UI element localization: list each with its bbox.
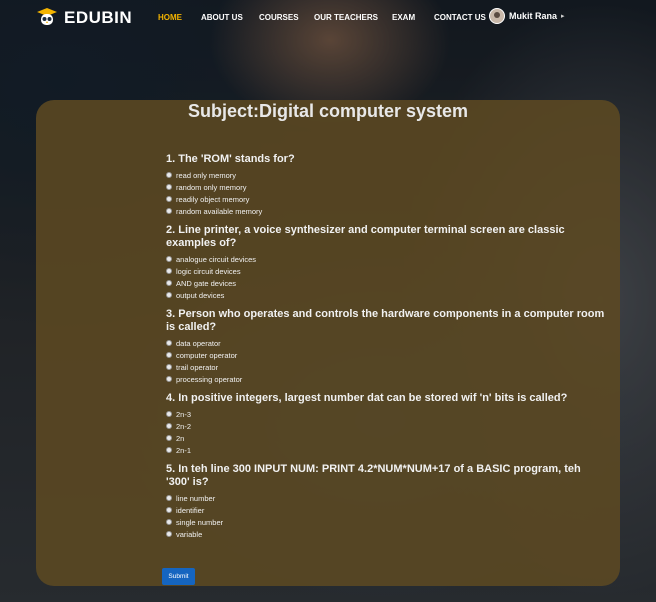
radio-button[interactable] xyxy=(166,435,172,441)
radio-button[interactable] xyxy=(166,256,172,262)
option[interactable]: 2n-1 xyxy=(166,444,606,456)
option-label: processing operator xyxy=(176,374,243,384)
option[interactable]: 2n xyxy=(166,432,606,444)
radio-button[interactable] xyxy=(166,208,172,214)
radio-button[interactable] xyxy=(166,519,172,525)
radio-button[interactable] xyxy=(166,280,172,286)
nav-courses[interactable]: COURSES xyxy=(259,13,299,22)
option[interactable]: line number xyxy=(166,492,606,504)
option-label: output devices xyxy=(176,290,225,300)
submit-button[interactable]: Submit xyxy=(162,568,195,585)
option-label: computer operator xyxy=(176,350,238,360)
question-title: 4. In positive integers, largest number … xyxy=(166,392,568,404)
option[interactable]: 2n-2 xyxy=(166,420,606,432)
option-label: random only memory xyxy=(176,182,247,192)
option[interactable]: data operator xyxy=(166,337,606,349)
question-title: 3. Person who operates and controls the … xyxy=(166,308,605,333)
radio-button[interactable] xyxy=(166,423,172,429)
radio-button[interactable] xyxy=(166,364,172,370)
question-list: 1. The 'ROM' stands for? read only memor… xyxy=(166,153,606,547)
option-label: readily object memory xyxy=(176,194,250,204)
option[interactable]: readily object memory xyxy=(166,193,606,205)
option-label: read only memory xyxy=(176,170,237,180)
chevron-right-icon: ▸ xyxy=(561,13,565,20)
option[interactable]: read only memory xyxy=(166,169,606,181)
radio-button[interactable] xyxy=(166,411,172,417)
question-1: 1. The 'ROM' stands for? read only memor… xyxy=(166,153,606,217)
option[interactable]: variable xyxy=(166,528,606,540)
option[interactable]: single number xyxy=(166,516,606,528)
question-2: 2. Line printer, a voice synthesizer and… xyxy=(166,224,606,301)
radio-button[interactable] xyxy=(166,340,172,346)
option[interactable]: processing operator xyxy=(166,373,606,385)
radio-button[interactable] xyxy=(166,352,172,358)
question-5: 5. In teh line 300 INPUT NUM: PRINT 4.2*… xyxy=(166,463,606,540)
option-label: variable xyxy=(176,529,203,539)
user-name: Mukit Rana xyxy=(509,11,558,21)
option[interactable]: identifier xyxy=(166,504,606,516)
nav-contact-us[interactable]: CONTACT US xyxy=(434,13,486,22)
option-label: line number xyxy=(176,493,216,503)
graduation-owl-icon xyxy=(37,8,57,25)
option[interactable]: logic circuit devices xyxy=(166,265,606,277)
avatar xyxy=(489,8,505,24)
option[interactable]: computer operator xyxy=(166,349,606,361)
question-4: 4. In positive integers, largest number … xyxy=(166,392,606,456)
option[interactable]: analogue circuit devices xyxy=(166,253,606,265)
radio-button[interactable] xyxy=(166,184,172,190)
question-title: 1. The 'ROM' stands for? xyxy=(166,153,295,165)
navbar: EDUBIN HOME ABOUT US COURSES OUR TEACHER… xyxy=(0,0,656,36)
option[interactable]: AND gate devices xyxy=(166,277,606,289)
radio-button[interactable] xyxy=(166,495,172,501)
option-label: single number xyxy=(176,517,224,527)
user-menu[interactable]: Mukit Rana ▸ xyxy=(489,8,565,24)
radio-button[interactable] xyxy=(166,447,172,453)
radio-button[interactable] xyxy=(166,531,172,537)
question-title: 2. Line printer, a voice synthesizer and… xyxy=(166,224,565,249)
brand-name: EDUBIN xyxy=(64,8,133,27)
option-label: 2n-2 xyxy=(176,421,192,431)
nav-home[interactable]: HOME xyxy=(158,13,182,22)
option-label: AND gate devices xyxy=(176,278,237,288)
option-label: 2n xyxy=(176,433,185,443)
option-label: logic circuit devices xyxy=(176,266,241,276)
quiz-title: Subject:Digital computer system xyxy=(187,101,469,121)
option-label: analogue circuit devices xyxy=(176,254,257,264)
brand-logo[interactable]: EDUBIN xyxy=(36,7,132,29)
page-title: Subject:Digital computer system xyxy=(0,101,656,122)
question-3: 3. Person who operates and controls the … xyxy=(166,308,606,385)
option-label: 2n-1 xyxy=(176,445,192,455)
nav-about-us[interactable]: ABOUT US xyxy=(201,13,243,22)
radio-button[interactable] xyxy=(166,292,172,298)
option-label: random available memory xyxy=(176,206,263,216)
nav-our-teachers[interactable]: OUR TEACHERS xyxy=(314,13,378,22)
option[interactable]: 2n-3 xyxy=(166,408,606,420)
option-label: trail operator xyxy=(176,362,219,372)
option[interactable]: random only memory xyxy=(166,181,606,193)
option-label: data operator xyxy=(176,338,221,348)
option[interactable]: random available memory xyxy=(166,205,606,217)
option-label: 2n-3 xyxy=(176,409,192,419)
option[interactable]: output devices xyxy=(166,289,606,301)
radio-button[interactable] xyxy=(166,268,172,274)
radio-button[interactable] xyxy=(166,196,172,202)
radio-button[interactable] xyxy=(166,172,172,178)
radio-button[interactable] xyxy=(166,376,172,382)
radio-button[interactable] xyxy=(166,507,172,513)
option-label: identifier xyxy=(176,505,205,515)
option[interactable]: trail operator xyxy=(166,361,606,373)
question-title: 5. In teh line 300 INPUT NUM: PRINT 4.2*… xyxy=(166,463,581,488)
nav-exam[interactable]: EXAM xyxy=(392,13,415,22)
